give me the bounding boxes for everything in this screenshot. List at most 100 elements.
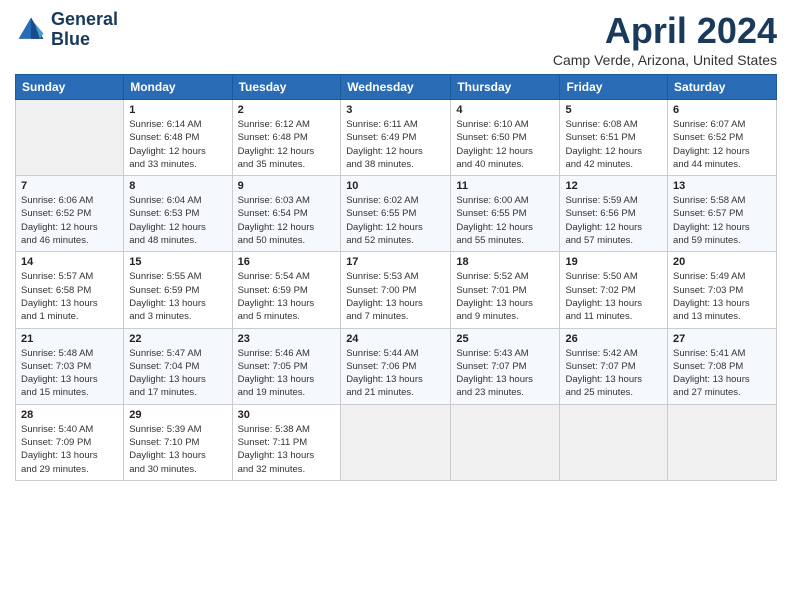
calendar-cell: 9Sunrise: 6:03 AM Sunset: 6:54 PM Daylig…	[232, 176, 341, 252]
calendar-cell: 7 Sunrise: 6:06 AM Sunset: 6:52 PM Daylig…	[16, 176, 124, 252]
calendar-cell: 14Sunrise: 5:57 AM Sunset: 6:58 PM Dayli…	[16, 252, 124, 328]
day-number: 10	[346, 180, 445, 192]
calendar-cell: 24 Sunrise: 5:44 AM Sunset: 7:06 PM Dayli…	[341, 328, 451, 404]
calendar-cell: 8Sunrise: 6:04 AM Sunset: 6:53 PM Daylig…	[124, 176, 232, 252]
day-number: 2	[238, 104, 336, 116]
day-number: 24	[346, 333, 445, 345]
calendar-cell: 10 Sunrise: 6:02 AM Sunset: 6:55 PM Dayli…	[341, 176, 451, 252]
day-info: Sunrise: 5:53 AM Sunset: 7:00 PM Dayligh…	[346, 270, 445, 323]
calendar-cell: 30Sunrise: 5:38 AM Sunset: 7:11 PM Dayli…	[232, 404, 341, 480]
header-day-sunday: Sunday	[16, 75, 124, 100]
calendar-week-1: 1Sunrise: 6:14 AM Sunset: 6:48 PM Daylig…	[16, 100, 777, 176]
day-number: 7	[21, 180, 118, 192]
day-number: 27	[673, 333, 771, 345]
day-number: 30	[238, 409, 336, 421]
calendar-header-row: SundayMondayTuesdayWednesdayThursdayFrid…	[16, 75, 777, 100]
day-number: 5	[565, 104, 662, 116]
day-info: Sunrise: 5:47 AM Sunset: 7:04 PM Dayligh…	[129, 347, 226, 400]
calendar-cell: 11 Sunrise: 6:00 AM Sunset: 6:55 PM Dayli…	[451, 176, 560, 252]
calendar-cell: 23 Sunrise: 5:46 AM Sunset: 7:05 PM Dayli…	[232, 328, 341, 404]
calendar-cell: 1Sunrise: 6:14 AM Sunset: 6:48 PM Daylig…	[124, 100, 232, 176]
header-day-friday: Friday	[560, 75, 668, 100]
day-info: Sunrise: 5:46 AM Sunset: 7:05 PM Dayligh…	[238, 347, 336, 400]
calendar-cell	[341, 404, 451, 480]
day-number: 20	[673, 256, 771, 268]
day-number: 21	[21, 333, 118, 345]
day-info: Sunrise: 6:04 AM Sunset: 6:53 PM Dayligh…	[129, 194, 226, 247]
logo: General Blue	[15, 10, 118, 50]
day-info: Sunrise: 6:11 AM Sunset: 6:49 PM Dayligh…	[346, 118, 445, 171]
day-info: Sunrise: 6:06 AM Sunset: 6:52 PM Dayligh…	[21, 194, 118, 247]
day-number: 19	[565, 256, 662, 268]
calendar-cell: 28 Sunrise: 5:40 AM Sunset: 7:09 PM Dayli…	[16, 404, 124, 480]
day-number: 4	[456, 104, 554, 116]
calendar-cell: 12 Sunrise: 5:59 AM Sunset: 6:56 PM Dayli…	[560, 176, 668, 252]
calendar-cell	[451, 404, 560, 480]
day-info: Sunrise: 5:48 AM Sunset: 7:03 PM Dayligh…	[21, 347, 118, 400]
day-number: 11	[456, 180, 554, 192]
day-info: Sunrise: 5:44 AM Sunset: 7:06 PM Dayligh…	[346, 347, 445, 400]
day-info: Sunrise: 5:55 AM Sunset: 6:59 PM Dayligh…	[129, 270, 226, 323]
calendar-cell: 4 Sunrise: 6:10 AM Sunset: 6:50 PM Daylig…	[451, 100, 560, 176]
calendar-body: 1Sunrise: 6:14 AM Sunset: 6:48 PM Daylig…	[16, 100, 777, 481]
day-number: 18	[456, 256, 554, 268]
calendar-week-4: 21 Sunrise: 5:48 AM Sunset: 7:03 PM Dayli…	[16, 328, 777, 404]
day-number: 16	[238, 256, 336, 268]
day-number: 15	[129, 256, 226, 268]
day-number: 13	[673, 180, 771, 192]
day-info: Sunrise: 5:39 AM Sunset: 7:10 PM Dayligh…	[129, 423, 226, 476]
day-number: 12	[565, 180, 662, 192]
calendar-cell: 26 Sunrise: 5:42 AM Sunset: 7:07 PM Dayli…	[560, 328, 668, 404]
day-info: Sunrise: 6:08 AM Sunset: 6:51 PM Dayligh…	[565, 118, 662, 171]
day-info: Sunrise: 6:10 AM Sunset: 6:50 PM Dayligh…	[456, 118, 554, 171]
calendar-cell: 16 Sunrise: 5:54 AM Sunset: 6:59 PM Dayli…	[232, 252, 341, 328]
calendar-week-5: 28 Sunrise: 5:40 AM Sunset: 7:09 PM Dayli…	[16, 404, 777, 480]
day-number: 22	[129, 333, 226, 345]
header-day-monday: Monday	[124, 75, 232, 100]
day-number: 14	[21, 256, 118, 268]
calendar-table: SundayMondayTuesdayWednesdayThursdayFrid…	[15, 74, 777, 481]
calendar-cell: 20 Sunrise: 5:49 AM Sunset: 7:03 PM Dayli…	[668, 252, 777, 328]
day-number: 26	[565, 333, 662, 345]
day-info: Sunrise: 6:02 AM Sunset: 6:55 PM Dayligh…	[346, 194, 445, 247]
day-number: 6	[673, 104, 771, 116]
calendar-cell: 6 Sunrise: 6:07 AM Sunset: 6:52 PM Daylig…	[668, 100, 777, 176]
day-info: Sunrise: 5:59 AM Sunset: 6:56 PM Dayligh…	[565, 194, 662, 247]
day-info: Sunrise: 5:58 AM Sunset: 6:57 PM Dayligh…	[673, 194, 771, 247]
calendar-cell: 19 Sunrise: 5:50 AM Sunset: 7:02 PM Dayli…	[560, 252, 668, 328]
header-day-saturday: Saturday	[668, 75, 777, 100]
header-day-thursday: Thursday	[451, 75, 560, 100]
header-day-wednesday: Wednesday	[341, 75, 451, 100]
day-number: 3	[346, 104, 445, 116]
calendar-cell: 13 Sunrise: 5:58 AM Sunset: 6:57 PM Dayli…	[668, 176, 777, 252]
day-info: Sunrise: 5:54 AM Sunset: 6:59 PM Dayligh…	[238, 270, 336, 323]
day-info: Sunrise: 5:40 AM Sunset: 7:09 PM Dayligh…	[21, 423, 118, 476]
logo-text: General Blue	[51, 10, 118, 50]
day-info: Sunrise: 5:41 AM Sunset: 7:08 PM Dayligh…	[673, 347, 771, 400]
calendar-cell: 17Sunrise: 5:53 AM Sunset: 7:00 PM Dayli…	[341, 252, 451, 328]
day-info: Sunrise: 6:12 AM Sunset: 6:48 PM Dayligh…	[238, 118, 336, 171]
day-info: Sunrise: 5:43 AM Sunset: 7:07 PM Dayligh…	[456, 347, 554, 400]
day-info: Sunrise: 5:50 AM Sunset: 7:02 PM Dayligh…	[565, 270, 662, 323]
day-info: Sunrise: 6:07 AM Sunset: 6:52 PM Dayligh…	[673, 118, 771, 171]
calendar-cell: 18 Sunrise: 5:52 AM Sunset: 7:01 PM Dayli…	[451, 252, 560, 328]
day-info: Sunrise: 5:52 AM Sunset: 7:01 PM Dayligh…	[456, 270, 554, 323]
calendar-cell: 22 Sunrise: 5:47 AM Sunset: 7:04 PM Dayli…	[124, 328, 232, 404]
day-info: Sunrise: 5:42 AM Sunset: 7:07 PM Dayligh…	[565, 347, 662, 400]
day-info: Sunrise: 5:49 AM Sunset: 7:03 PM Dayligh…	[673, 270, 771, 323]
calendar-cell	[560, 404, 668, 480]
calendar-cell	[16, 100, 124, 176]
title-area: April 2024 Camp Verde, Arizona, United S…	[553, 10, 777, 68]
day-number: 29	[129, 409, 226, 421]
calendar-cell: 3 Sunrise: 6:11 AM Sunset: 6:49 PM Daylig…	[341, 100, 451, 176]
calendar-cell: 2 Sunrise: 6:12 AM Sunset: 6:48 PM Daylig…	[232, 100, 341, 176]
header-day-tuesday: Tuesday	[232, 75, 341, 100]
day-number: 28	[21, 409, 118, 421]
calendar-cell: 29 Sunrise: 5:39 AM Sunset: 7:10 PM Dayli…	[124, 404, 232, 480]
day-number: 25	[456, 333, 554, 345]
day-info: Sunrise: 6:00 AM Sunset: 6:55 PM Dayligh…	[456, 194, 554, 247]
day-number: 23	[238, 333, 336, 345]
day-number: 9	[238, 180, 336, 192]
calendar-cell: 21 Sunrise: 5:48 AM Sunset: 7:03 PM Dayli…	[16, 328, 124, 404]
page-header: General Blue April 2024 Camp Verde, Ariz…	[15, 10, 777, 68]
